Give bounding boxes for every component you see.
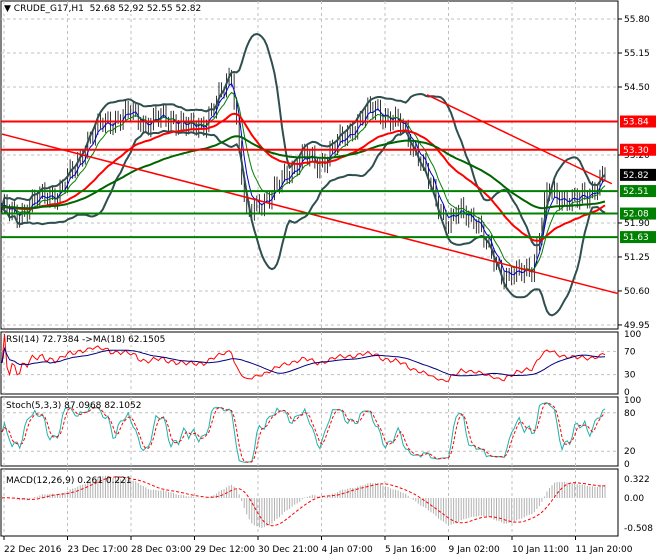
level-price: 53.30 — [623, 146, 649, 156]
time-label: 30 Dec 21:00 — [258, 545, 319, 555]
macd-tick: 0.322 — [624, 475, 650, 485]
time-label: 22 Dec 2016 — [4, 545, 62, 555]
time-label: 4 Jan 07:00 — [322, 545, 374, 555]
chart-header: ▼ CRUDE_G17,H1 52.68 52,92 52.55 52.82 — [4, 4, 202, 14]
level-price: 52.51 — [623, 187, 649, 197]
stoch-label: Stoch(5,3,3) 87.0968 82.1052 — [6, 401, 142, 411]
price-tick-label: 55.80 — [624, 15, 650, 25]
price-tick-label: 54.50 — [624, 83, 650, 93]
stoch-tick: 80 — [624, 409, 636, 419]
ma-fast — [1, 82, 606, 276]
current-price: 52.82 — [623, 171, 649, 181]
macd-tick: -0.508 — [624, 524, 653, 534]
time-label: 10 Jan 11:00 — [512, 545, 569, 555]
price-tick-label: 50.60 — [624, 287, 650, 297]
price-tick-label: 51.25 — [624, 253, 650, 263]
price-tick-label: 55.15 — [624, 49, 650, 59]
rsi-ma-line — [1, 346, 606, 377]
time-label: 11 Jan 20:00 — [576, 545, 633, 555]
level-price: 52.08 — [623, 210, 649, 220]
time-label: 29 Dec 12:00 — [195, 545, 256, 555]
ohlc-values: 52.68 52,92 52.55 52.82 — [89, 4, 202, 14]
time-label: 28 Dec 03:00 — [131, 545, 192, 555]
symbol-label: CRUDE_G17,H1 — [13, 4, 84, 14]
time-label: 9 Jan 02:00 — [449, 545, 501, 555]
price-tick-label: 51.90 — [624, 219, 650, 229]
level-price: 51.63 — [623, 233, 649, 243]
rsi-tick: 100 — [624, 330, 641, 340]
stoch-tick: 20 — [624, 447, 636, 457]
stoch-tick: 0 — [624, 460, 630, 470]
time-label: 5 Jan 16:00 — [385, 545, 437, 555]
rsi-tick: 70 — [624, 347, 636, 357]
time-label: 23 Dec 17:00 — [68, 545, 129, 555]
macd-tick: 0.00 — [624, 494, 644, 504]
stoch-tick: 100 — [624, 396, 641, 406]
macd-label: MACD(12,26,9) 0.261 0.221 — [6, 476, 132, 486]
rsi-tick: 30 — [624, 371, 636, 381]
level-price: 53.84 — [623, 118, 649, 128]
dropdown-triangle-icon[interactable]: ▼ — [4, 4, 11, 14]
chart-window[interactable]: 22 Dec 2016 23 Dec 17:00 28 Dec 03:00 29 De… — [0, 0, 660, 560]
rsi-label: RSI(14) 72.7384 ->MA(18) 62.1505 — [6, 335, 166, 345]
